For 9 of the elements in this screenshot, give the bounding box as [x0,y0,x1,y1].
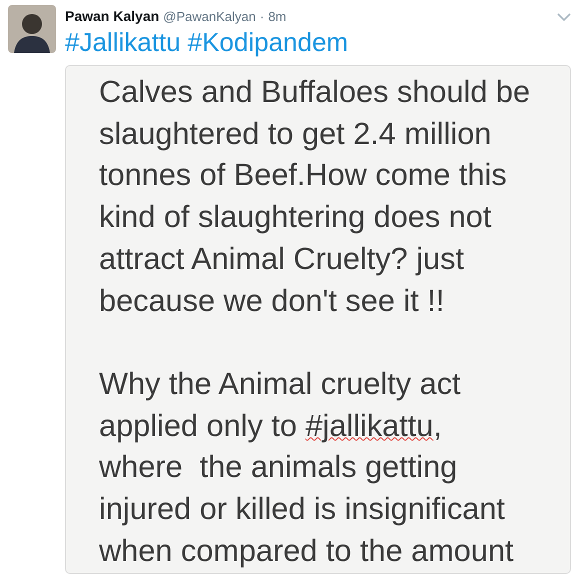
avatar-icon[interactable] [8,5,56,53]
timestamp[interactable]: 8m [268,9,286,24]
user-handle[interactable]: @PawanKalyan [163,9,256,24]
hashtag-link[interactable]: #Jallikattu [65,28,181,56]
author-name[interactable]: Pawan Kalyan [65,8,160,24]
separator-dot: · [260,9,264,24]
hashtag-link[interactable]: #Kodipandem [188,28,348,56]
note-paragraph: Why the Animal cruelty act applied only to #jallikattu, where the animals getting injured or killed is insignificant when compared to the amount [99,364,515,570]
note-paragraph: Calves and Buffaloes should be slaughtered to get 2.4 million tonnes of Beef.How come this kind of slaughtering does not attract Animal Cruelty? just because we don't see it !! [99,73,532,320]
